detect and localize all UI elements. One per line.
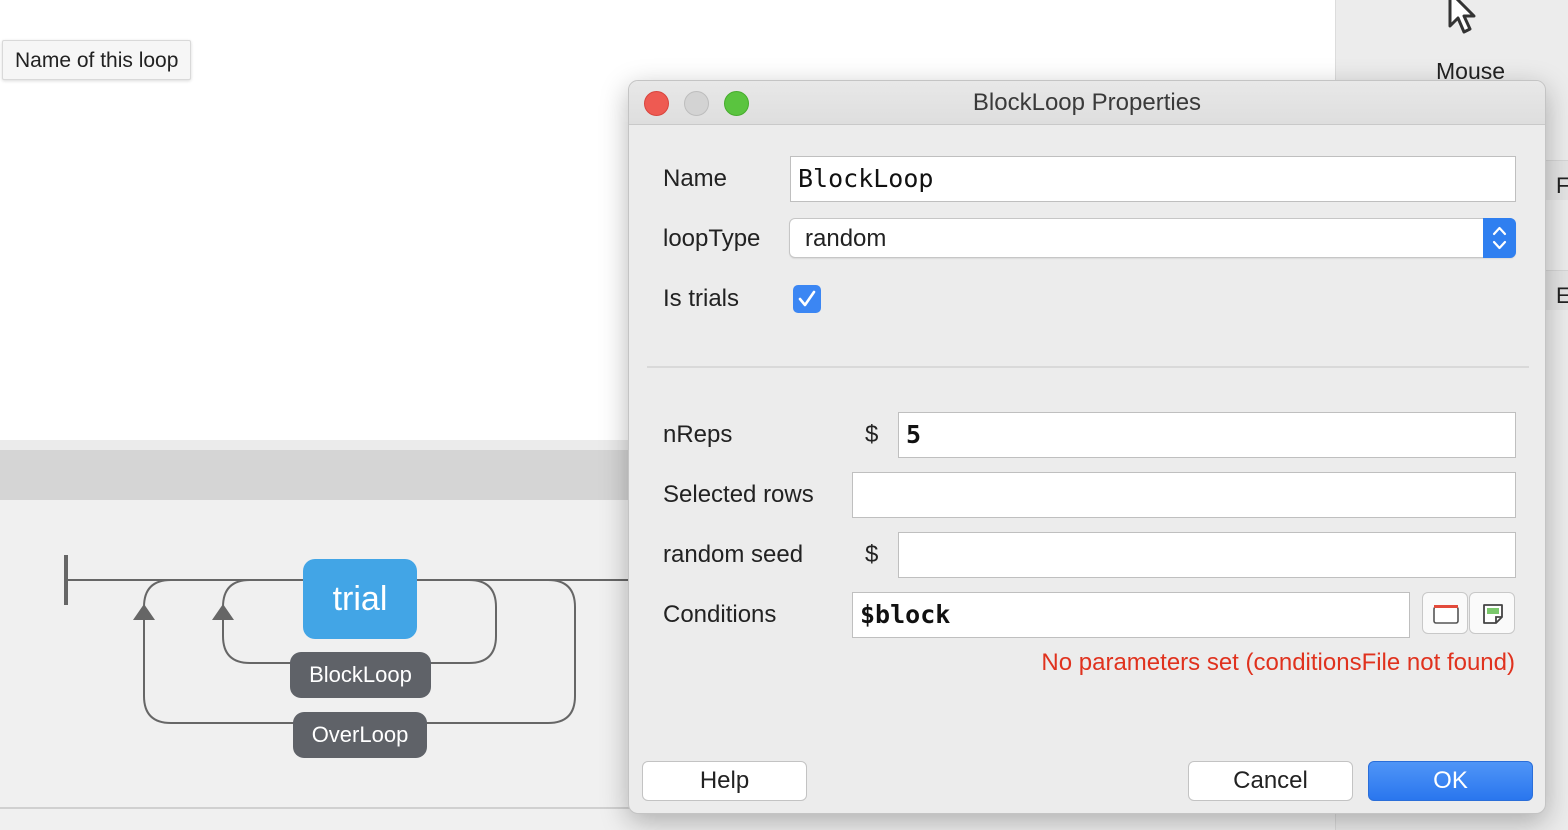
blockloop-arrow-icon bbox=[212, 604, 234, 620]
looptype-value: random bbox=[805, 225, 887, 252]
conditions-label: Conditions bbox=[663, 601, 777, 628]
conditions-field[interactable]: $block bbox=[852, 592, 1410, 638]
nreps-field[interactable]: 5 bbox=[898, 412, 1516, 458]
looptype-select[interactable]: random bbox=[789, 218, 1516, 258]
help-button[interactable]: Help bbox=[642, 761, 807, 801]
seed-dollar-prefix: $ bbox=[865, 541, 879, 568]
looptype-label: loopType bbox=[663, 225, 761, 252]
random-seed-field[interactable] bbox=[898, 532, 1516, 578]
name-label: Name bbox=[663, 165, 728, 192]
name-field[interactable]: BlockLoop bbox=[790, 156, 1516, 202]
loop-blockloop[interactable]: BlockLoop bbox=[290, 652, 431, 698]
selected-rows-field[interactable] bbox=[852, 472, 1516, 518]
folder-browse-icon bbox=[1433, 605, 1459, 624]
loop-overloop[interactable]: OverLoop bbox=[293, 712, 427, 758]
istrials-checkbox[interactable] bbox=[793, 285, 821, 313]
istrials-label: Is trials bbox=[663, 285, 740, 312]
selected-rows-label: Selected rows bbox=[663, 481, 814, 508]
nreps-label: nReps bbox=[663, 421, 733, 448]
tooltip: Name of this loop bbox=[2, 40, 192, 80]
routine-trial[interactable]: trial bbox=[303, 559, 417, 639]
cancel-button[interactable]: Cancel bbox=[1188, 761, 1353, 801]
select-arrows-icon bbox=[1483, 218, 1516, 258]
random-seed-label: random seed bbox=[663, 541, 804, 568]
dialog-titlebar[interactable]: BlockLoop Properties bbox=[629, 81, 1545, 125]
checkmark-icon bbox=[798, 290, 816, 307]
loop-properties-dialog: BlockLoop Properties Name BlockLoop loop… bbox=[628, 80, 1546, 814]
edit-document-icon bbox=[1483, 604, 1503, 624]
dialog-title: BlockLoop Properties bbox=[972, 89, 1202, 116]
ok-button[interactable]: OK bbox=[1368, 761, 1533, 801]
edit-conditions-button[interactable] bbox=[1469, 592, 1515, 634]
conditions-error-message: No parameters set (conditionsFile not fo… bbox=[1041, 649, 1515, 676]
outerloop-arrow-icon bbox=[133, 604, 155, 620]
browse-conditions-button[interactable] bbox=[1422, 592, 1468, 634]
nreps-dollar-prefix: $ bbox=[865, 421, 879, 448]
panel-edge-label: E bbox=[1556, 283, 1568, 308]
section-divider bbox=[647, 366, 1529, 368]
mouse-cursor-icon[interactable] bbox=[1440, 0, 1510, 44]
panel-edge-label: F bbox=[1556, 173, 1568, 198]
